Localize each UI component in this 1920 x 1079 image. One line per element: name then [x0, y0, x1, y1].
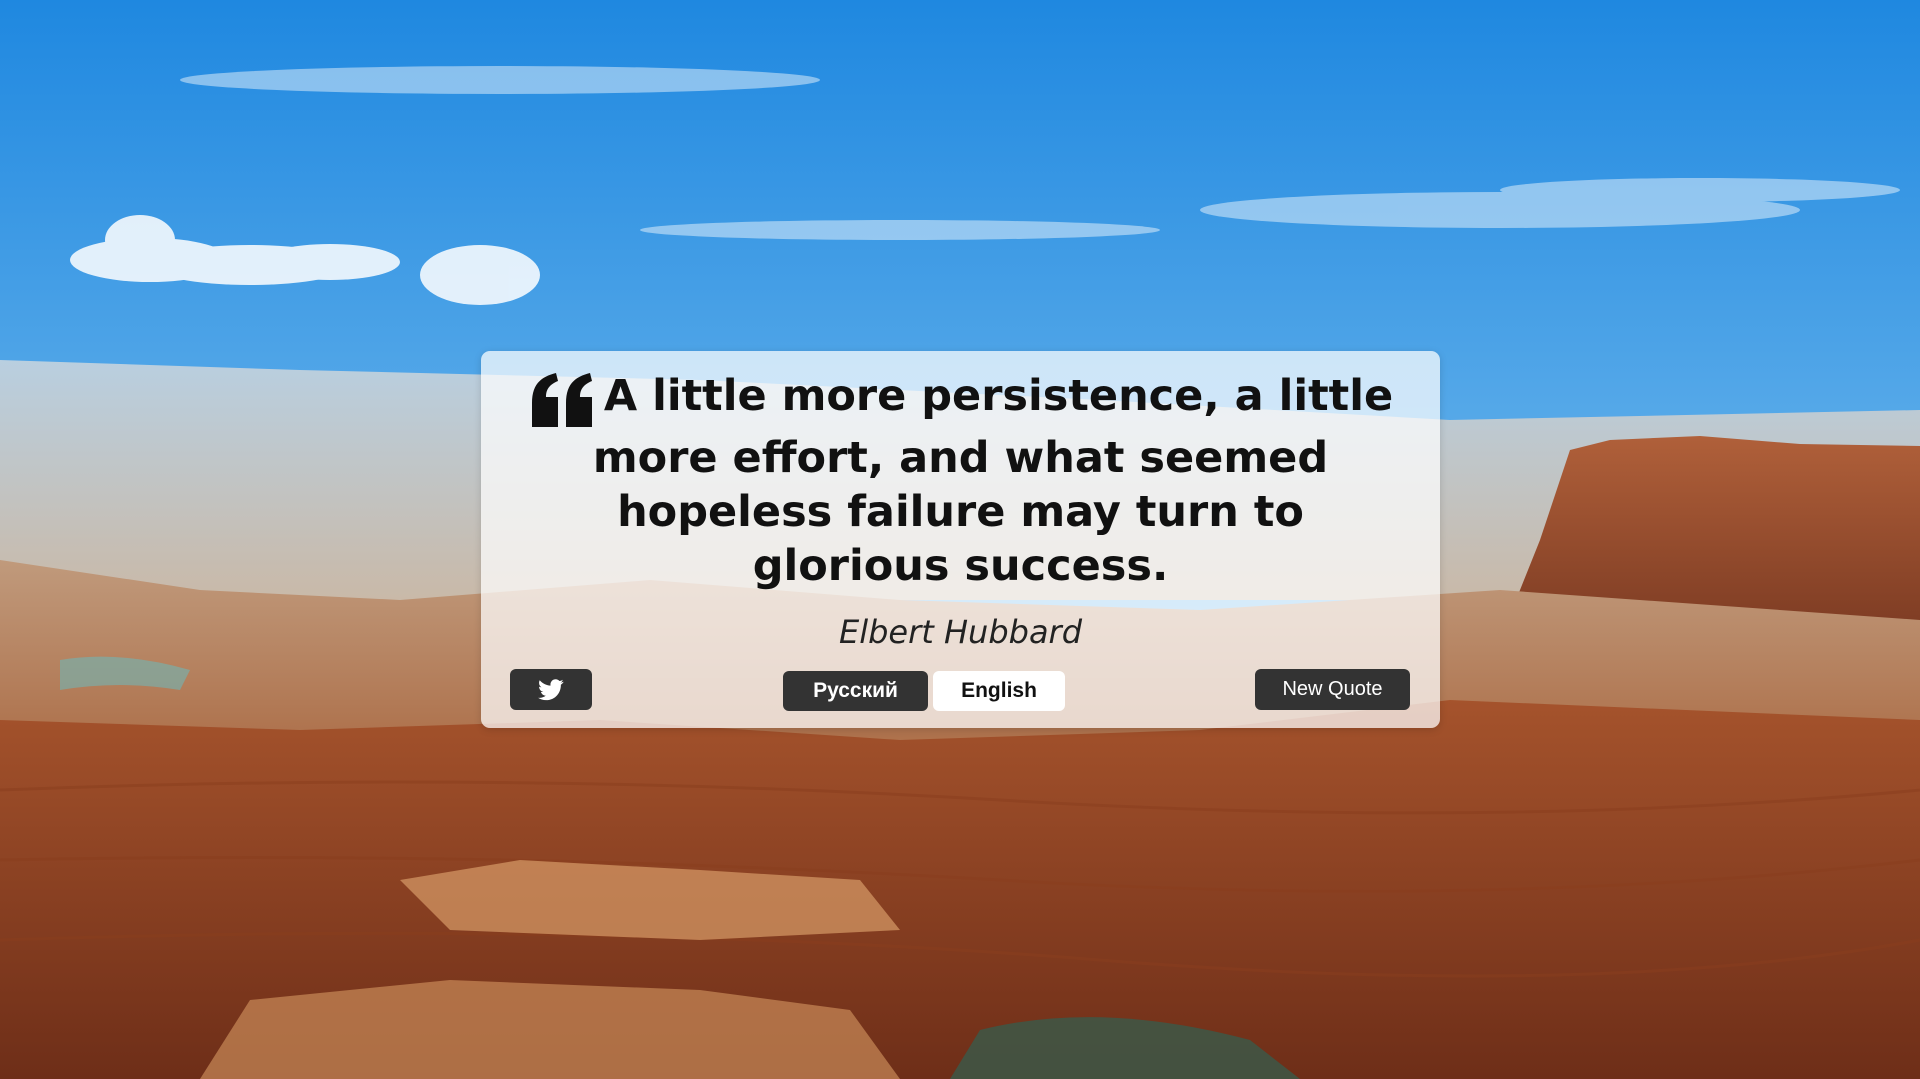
twitter-icon — [538, 678, 564, 700]
quote-author: Elbert Hubbard — [838, 613, 1083, 651]
quote-card: A little more persistence, a little more… — [481, 351, 1440, 728]
new-quote-button[interactable]: New Quote — [1255, 669, 1410, 710]
language-russian-button[interactable]: Русский — [783, 671, 928, 711]
language-english-button[interactable]: English — [933, 671, 1065, 711]
quote-text: A little more persistence, a little more… — [592, 371, 1394, 591]
quote-text-block: A little more persistence, a little more… — [521, 369, 1400, 593]
tweet-button[interactable] — [510, 669, 592, 710]
quote-mark-icon — [531, 373, 592, 427]
